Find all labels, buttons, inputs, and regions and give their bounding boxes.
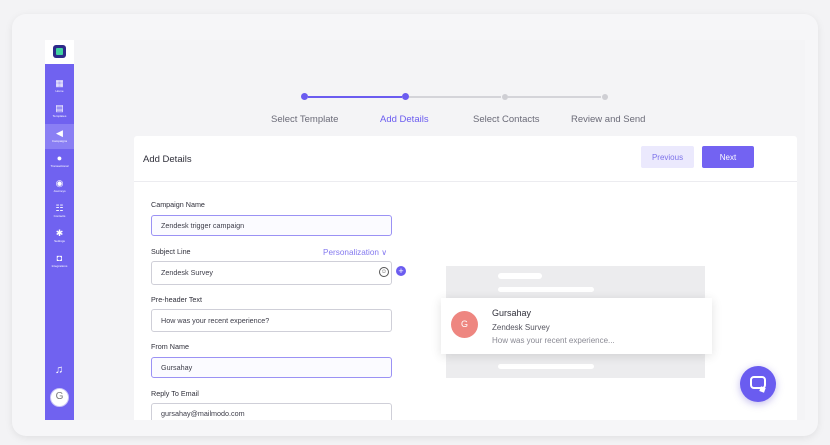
progress-stepper: Select Template Add Details Select Conta…	[267, 90, 687, 130]
reply-to-input[interactable]: gursahay@mailmodo.com	[151, 403, 392, 420]
preheader-input[interactable]: How was your recent experience?	[151, 309, 392, 332]
sidebar-item-journeys[interactable]: ◉ Journeys	[45, 174, 74, 199]
personalization-dropdown[interactable]: Personalization ∨	[323, 247, 387, 257]
window-frame: ▦ Home ▤ Templates ◀ Campaigns ● Transac…	[12, 14, 818, 436]
campaign-name-input[interactable]: Zendesk trigger campaign	[151, 215, 392, 236]
step-dot-add-details	[402, 93, 409, 100]
add-plus-icon[interactable]: +	[396, 266, 406, 276]
gear-icon: ✱	[55, 228, 64, 238]
step-connector	[409, 96, 501, 98]
sidebar: ▦ Home ▤ Templates ◀ Campaigns ● Transac…	[45, 40, 74, 420]
placeholder-line	[498, 287, 594, 292]
sidebar-item-home[interactable]: ▦ Home	[45, 74, 74, 99]
preview-sender: Gursahay	[492, 308, 532, 318]
logo-icon	[53, 45, 66, 58]
sidebar-item-contacts[interactable]: ☷ Contacts	[45, 199, 74, 224]
placeholder-line	[498, 273, 542, 279]
user-avatar[interactable]: G	[50, 388, 69, 407]
reply-to-label: Reply To Email	[151, 389, 199, 398]
sidebar-item-templates[interactable]: ▤ Templates	[45, 99, 74, 124]
emoji-icon[interactable]: ☺	[379, 267, 389, 277]
step-label-add-details[interactable]: Add Details	[380, 114, 429, 125]
megaphone-icon: ◀	[56, 128, 63, 138]
preview-subject: Zendesk Survey	[492, 323, 550, 332]
from-name-label: From Name	[151, 342, 189, 351]
transactional-icon: ●	[56, 153, 63, 163]
preview-preheader: How was your recent experience...	[492, 336, 615, 345]
step-dot-review-and-send	[602, 93, 608, 100]
campaign-name-label: Campaign Name	[151, 200, 205, 209]
integrations-icon: ◘	[56, 253, 63, 263]
app-window: ▦ Home ▤ Templates ◀ Campaigns ● Transac…	[45, 40, 805, 420]
subject-line-label: Subject Line	[151, 247, 191, 256]
journeys-icon: ◉	[55, 178, 64, 188]
subject-line-value: Zendesk Survey	[161, 268, 213, 277]
add-details-panel: Add Details Previous Next Campaign Name …	[134, 136, 797, 420]
step-connector	[308, 96, 402, 98]
preheader-label: Pre-header Text	[151, 295, 203, 304]
sidebar-item-integrations[interactable]: ◘ Integrations	[45, 249, 74, 274]
placeholder-line	[498, 364, 594, 369]
step-dot-select-template	[301, 93, 308, 100]
step-label-select-template[interactable]: Select Template	[271, 114, 338, 125]
app-logo[interactable]	[45, 40, 74, 64]
previous-button[interactable]: Previous	[641, 146, 694, 168]
templates-icon: ▤	[55, 103, 64, 113]
chat-support-button[interactable]	[740, 366, 776, 402]
step-connector	[508, 96, 601, 98]
sidebar-item-transactional[interactable]: ● Transactional	[45, 149, 74, 174]
subject-line-input[interactable]: Zendesk Survey ☺	[151, 261, 392, 285]
chat-icon	[750, 376, 766, 389]
panel-header: Add Details Previous Next	[134, 136, 797, 182]
contacts-icon: ☷	[55, 203, 64, 213]
bell-icon[interactable]: ♫	[53, 364, 65, 376]
panel-title: Add Details	[143, 154, 192, 165]
preview-avatar: G	[451, 311, 478, 338]
next-button[interactable]: Next	[702, 146, 754, 168]
sidebar-item-campaigns[interactable]: ◀ Campaigns	[45, 124, 74, 149]
email-preview-card: G Gursahay Zendesk Survey How was your r…	[441, 298, 712, 354]
step-label-review-and-send[interactable]: Review and Send	[571, 114, 645, 125]
grid-icon: ▦	[55, 78, 64, 88]
from-name-input[interactable]: Gursahay	[151, 357, 392, 378]
sidebar-item-settings[interactable]: ✱ Settings	[45, 224, 74, 249]
step-label-select-contacts[interactable]: Select Contacts	[473, 114, 540, 125]
